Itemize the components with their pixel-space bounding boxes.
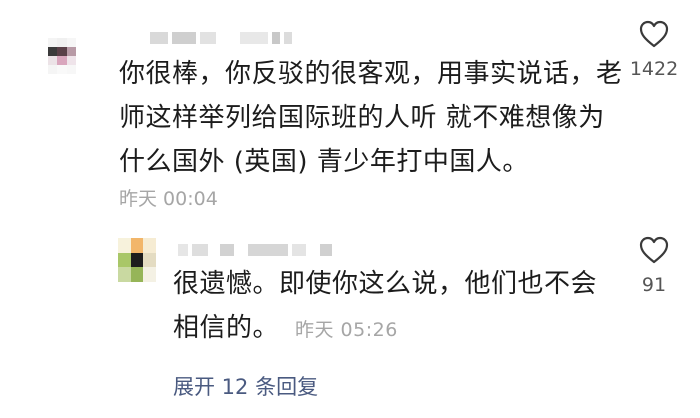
reply-timestamp: 昨天 05:26 <box>295 319 398 341</box>
reply-text-line: 相信的。 <box>173 313 280 343</box>
like-count: 1422 <box>629 58 679 80</box>
reply-text: 很遗憾。即使你这么说，他们也不会 相信的。 昨天 05:26 <box>173 262 597 352</box>
username-blurred[interactable] <box>178 244 332 256</box>
comment-timestamp: 昨天 00:04 <box>119 188 218 210</box>
avatar[interactable] <box>118 238 156 282</box>
comment-text: 你很棒，你反驳的很客观，用事实说话，老 师这样举列给国际班的人听 就不难想像为 … <box>119 52 623 184</box>
reply-text-line: 很遗憾。即使你这么说，他们也不会 <box>173 269 598 299</box>
comment-text-line: 什么国外 (英国) 青少年打中国人。 <box>119 147 529 177</box>
comment-text-line: 你很棒，你反驳的很客观，用事实说话，老 <box>119 59 623 89</box>
comment-text-line: 师这样举列给国际班的人听 就不难想像为 <box>119 103 605 133</box>
reply-text-last-line: 相信的。 昨天 05:26 <box>173 306 597 352</box>
like-count: 91 <box>641 274 667 296</box>
avatar[interactable] <box>48 38 76 74</box>
expand-replies-link[interactable]: 展开 12 条回复 <box>173 371 318 401</box>
heart-outline-icon <box>639 236 669 264</box>
like-button[interactable]: 1422 <box>624 20 684 80</box>
heart-outline-icon <box>639 20 669 48</box>
like-button[interactable]: 91 <box>624 236 684 296</box>
username-blurred[interactable] <box>150 32 292 44</box>
